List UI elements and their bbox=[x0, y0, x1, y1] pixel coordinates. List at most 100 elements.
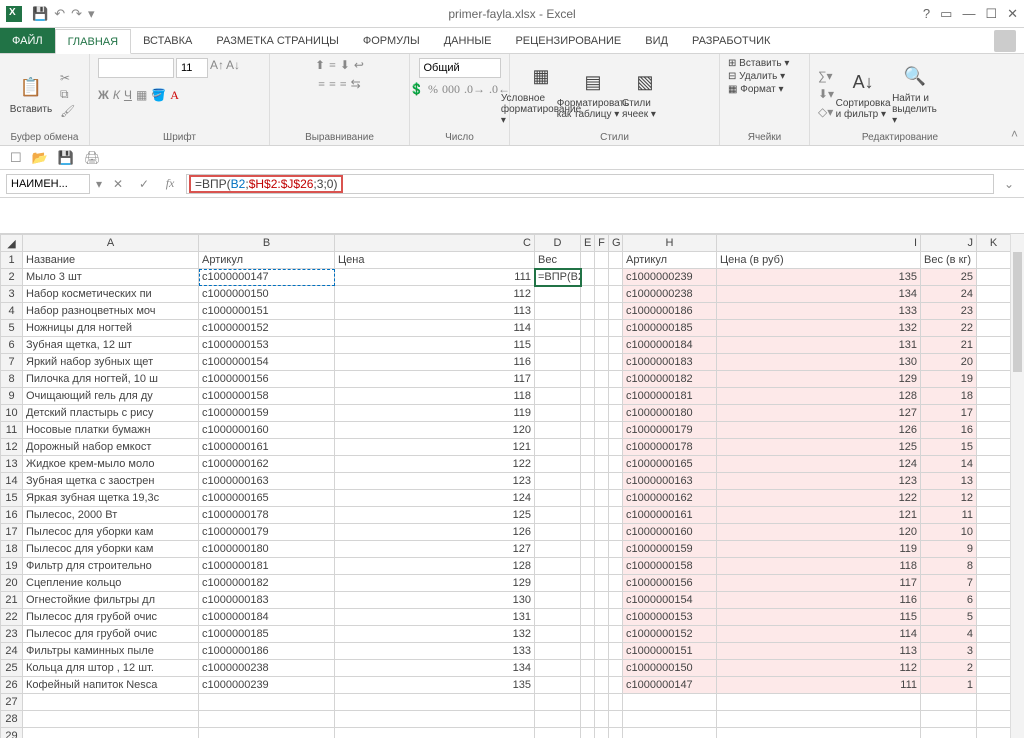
cell-C12[interactable]: 121 bbox=[335, 439, 535, 456]
cell-G26[interactable] bbox=[609, 677, 623, 694]
cell-I21[interactable]: 116 bbox=[717, 592, 921, 609]
cell-D4[interactable] bbox=[535, 303, 581, 320]
cell-A29[interactable] bbox=[23, 728, 199, 738]
cell-D21[interactable] bbox=[535, 592, 581, 609]
cell-B4[interactable]: с1000000151 bbox=[199, 303, 335, 320]
cell-C8[interactable]: 117 bbox=[335, 371, 535, 388]
row-header-1[interactable]: 1 bbox=[1, 252, 23, 269]
row-header-8[interactable]: 8 bbox=[1, 371, 23, 388]
bold-button[interactable]: Ж bbox=[98, 88, 109, 103]
cell-H26[interactable]: с1000000147 bbox=[623, 677, 717, 694]
cell-A2[interactable]: Мыло 3 шт bbox=[23, 269, 199, 286]
cell-F15[interactable] bbox=[595, 490, 609, 507]
cell-C4[interactable]: 113 bbox=[335, 303, 535, 320]
col-header-J[interactable]: J bbox=[921, 235, 977, 252]
cell-K21[interactable] bbox=[977, 592, 1011, 609]
cell-J29[interactable] bbox=[921, 728, 977, 738]
cell-K24[interactable] bbox=[977, 643, 1011, 660]
cell-H2[interactable]: с1000000239 bbox=[623, 269, 717, 286]
copy-icon[interactable]: ⧉ bbox=[60, 87, 75, 102]
cell-F29[interactable] bbox=[595, 728, 609, 738]
cell-H3[interactable]: с1000000238 bbox=[623, 286, 717, 303]
cell-K13[interactable] bbox=[977, 456, 1011, 473]
cell-A8[interactable]: Пилочка для ногтей, 10 ш bbox=[23, 371, 199, 388]
vertical-scrollbar[interactable] bbox=[1010, 234, 1024, 738]
cell-J7[interactable]: 20 bbox=[921, 354, 977, 371]
col-header-H[interactable]: H bbox=[623, 235, 717, 252]
number-format-select[interactable] bbox=[419, 58, 501, 78]
cell-B14[interactable]: с1000000163 bbox=[199, 473, 335, 490]
cell-I2[interactable]: 135 bbox=[717, 269, 921, 286]
maximize-icon[interactable]: ☐ bbox=[985, 6, 997, 22]
row-header-12[interactable]: 12 bbox=[1, 439, 23, 456]
cell-D3[interactable] bbox=[535, 286, 581, 303]
row-header-23[interactable]: 23 bbox=[1, 626, 23, 643]
cell-B12[interactable]: с1000000161 bbox=[199, 439, 335, 456]
cell-G4[interactable] bbox=[609, 303, 623, 320]
cell-E29[interactable] bbox=[581, 728, 595, 738]
cell-C23[interactable]: 132 bbox=[335, 626, 535, 643]
cell-K28[interactable] bbox=[977, 711, 1011, 728]
new-icon[interactable]: ☐ bbox=[10, 150, 22, 166]
cell-A25[interactable]: Кольца для штор , 12 шт. bbox=[23, 660, 199, 677]
fx-icon[interactable]: fx bbox=[160, 176, 180, 191]
cell-G7[interactable] bbox=[609, 354, 623, 371]
cell-F16[interactable] bbox=[595, 507, 609, 524]
clear-icon[interactable]: ◇▾ bbox=[818, 105, 834, 119]
tab-insert[interactable]: ВСТАВКА bbox=[131, 28, 204, 53]
cell-J24[interactable]: 3 bbox=[921, 643, 977, 660]
cell-E24[interactable] bbox=[581, 643, 595, 660]
row-header-4[interactable]: 4 bbox=[1, 303, 23, 320]
cell-J16[interactable]: 11 bbox=[921, 507, 977, 524]
cell-C10[interactable]: 119 bbox=[335, 405, 535, 422]
cell-I3[interactable]: 134 bbox=[717, 286, 921, 303]
cell-J12[interactable]: 15 bbox=[921, 439, 977, 456]
cell-I1[interactable]: Цена (в руб) bbox=[717, 252, 921, 269]
row-header-21[interactable]: 21 bbox=[1, 592, 23, 609]
cell-K12[interactable] bbox=[977, 439, 1011, 456]
row-header-17[interactable]: 17 bbox=[1, 524, 23, 541]
row-header-6[interactable]: 6 bbox=[1, 337, 23, 354]
cell-C26[interactable]: 135 bbox=[335, 677, 535, 694]
cell-E11[interactable] bbox=[581, 422, 595, 439]
cell-C27[interactable] bbox=[335, 694, 535, 711]
cell-J18[interactable]: 9 bbox=[921, 541, 977, 558]
help-icon[interactable]: ? bbox=[923, 6, 930, 22]
cell-A22[interactable]: Пылесос для грубой очис bbox=[23, 609, 199, 626]
cell-H19[interactable]: с1000000158 bbox=[623, 558, 717, 575]
cell-I10[interactable]: 127 bbox=[717, 405, 921, 422]
cell-F8[interactable] bbox=[595, 371, 609, 388]
cell-H17[interactable]: с1000000160 bbox=[623, 524, 717, 541]
cell-K15[interactable] bbox=[977, 490, 1011, 507]
comma-icon[interactable]: 000 bbox=[442, 82, 460, 97]
cell-G12[interactable] bbox=[609, 439, 623, 456]
cell-I11[interactable]: 126 bbox=[717, 422, 921, 439]
cell-F2[interactable] bbox=[595, 269, 609, 286]
cell-D19[interactable] bbox=[535, 558, 581, 575]
cell-E14[interactable] bbox=[581, 473, 595, 490]
cell-C16[interactable]: 125 bbox=[335, 507, 535, 524]
cell-A28[interactable] bbox=[23, 711, 199, 728]
cell-F17[interactable] bbox=[595, 524, 609, 541]
cell-J28[interactable] bbox=[921, 711, 977, 728]
tab-developer[interactable]: РАЗРАБОТЧИК bbox=[680, 28, 782, 53]
row-header-16[interactable]: 16 bbox=[1, 507, 23, 524]
name-box[interactable] bbox=[6, 174, 90, 194]
cell-I4[interactable]: 133 bbox=[717, 303, 921, 320]
cell-I5[interactable]: 132 bbox=[717, 320, 921, 337]
cell-B25[interactable]: с1000000238 bbox=[199, 660, 335, 677]
cell-D24[interactable] bbox=[535, 643, 581, 660]
cell-D5[interactable] bbox=[535, 320, 581, 337]
save-icon-2[interactable]: 💾 bbox=[58, 150, 74, 166]
cell-J9[interactable]: 18 bbox=[921, 388, 977, 405]
cell-I22[interactable]: 115 bbox=[717, 609, 921, 626]
cell-C18[interactable]: 127 bbox=[335, 541, 535, 558]
cell-J5[interactable]: 22 bbox=[921, 320, 977, 337]
cell-E28[interactable] bbox=[581, 711, 595, 728]
cell-K16[interactable] bbox=[977, 507, 1011, 524]
cell-H24[interactable]: с1000000151 bbox=[623, 643, 717, 660]
cell-B5[interactable]: с1000000152 bbox=[199, 320, 335, 337]
cell-H21[interactable]: с1000000154 bbox=[623, 592, 717, 609]
cell-A24[interactable]: Фильтры каминных пыле bbox=[23, 643, 199, 660]
align-top-icon[interactable]: ⬆ bbox=[315, 58, 325, 73]
